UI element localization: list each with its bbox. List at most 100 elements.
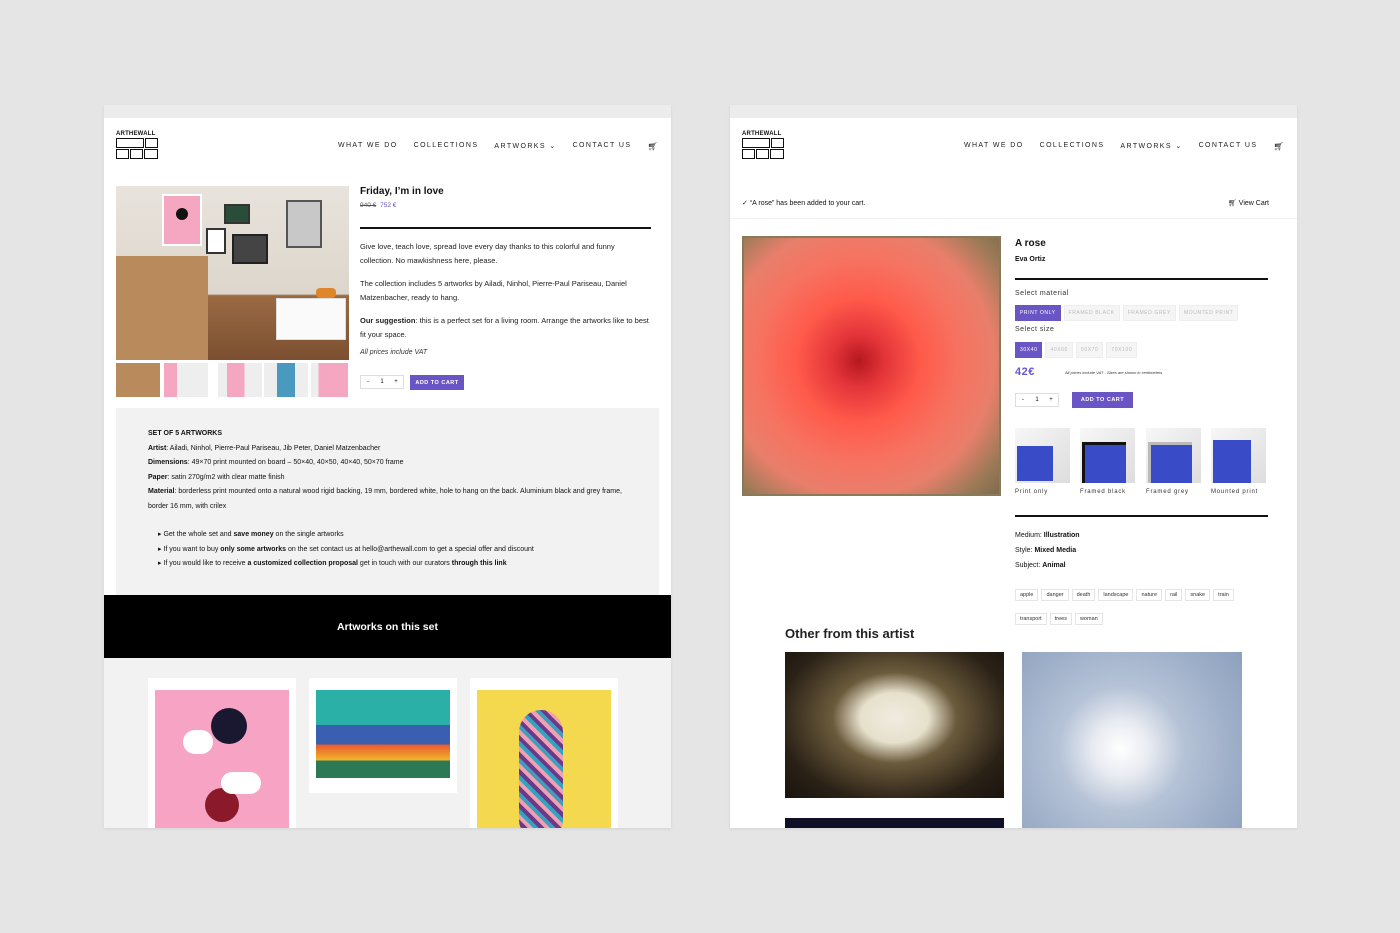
arthewall-logo[interactable]: ARTHEWALL [116, 131, 158, 159]
size-label: Select size [1015, 326, 1055, 333]
thumbnail-1[interactable] [114, 361, 162, 399]
nav-what-we-do[interactable]: WHAT WE DO [338, 142, 398, 151]
tag[interactable]: snake [1185, 589, 1211, 601]
frame-preview-print-only[interactable] [1015, 428, 1070, 483]
qty-plus-button[interactable]: + [389, 379, 403, 385]
sale-price: 752 € [380, 202, 397, 209]
view-cart-link[interactable]: 🛒︎ View Cart [1228, 199, 1269, 207]
size-40x60[interactable]: 40X60 [1045, 342, 1073, 358]
style: Style: Mixed Media [1015, 547, 1077, 554]
quantity-stepper[interactable]: - 1 + [360, 375, 404, 389]
site-header: ARTHEWALL WHAT WE DO COLLECTIONS ARTWORK… [104, 118, 671, 173]
details-material: Material: borderless print mounted onto … [148, 488, 622, 510]
description-1: Give love, teach love, spread love every… [360, 242, 615, 265]
frame-preview-mounted-print[interactable] [1211, 428, 1266, 483]
collection-room-image[interactable] [116, 186, 349, 360]
vat-note: All prices include VAT [360, 349, 428, 356]
cart-icon[interactable]: 🛒︎ [1273, 142, 1285, 151]
tag[interactable]: death [1071, 589, 1096, 601]
quantity-stepper[interactable]: - 1 + [1015, 393, 1059, 407]
tag[interactable]: trees [1049, 613, 1072, 625]
suggestion: Our suggestion: this is a perfect set fo… [360, 316, 649, 339]
tag[interactable]: train [1213, 589, 1234, 601]
medium: Medium: Illustration [1015, 532, 1080, 539]
cart-icon[interactable]: 🛒︎ [647, 142, 659, 151]
size-70x100[interactable]: 70X100 [1106, 342, 1138, 358]
option-framed-black[interactable]: FRAMED BLACK [1063, 305, 1120, 321]
qty-value[interactable]: 1 [375, 379, 389, 385]
artwork-card-1[interactable] [148, 678, 296, 828]
nav-collections[interactable]: COLLECTIONS [414, 142, 479, 151]
bullet-3: ▸ If you would like to receive a customi… [158, 560, 507, 567]
nav-collections[interactable]: COLLECTIONS [1040, 142, 1105, 151]
artwork-card-2[interactable] [309, 678, 457, 793]
thumbnail-2[interactable] [164, 363, 208, 397]
tag-list: apple danger death landscape nature rail snake… [1015, 583, 1275, 631]
cart-notice: ✓ “A rose” has been added to your cart. [742, 200, 866, 207]
option-print-only[interactable]: PRINT ONLY [1015, 305, 1061, 321]
check-circle-icon: ✓ [742, 200, 748, 207]
main-nav: WHAT WE DO COLLECTIONS ARTWORKS ⌄ CONTAC… [338, 142, 659, 151]
material-options: PRINT ONLY FRAMED BLACK FRAMED GREY MOUNTED… [1015, 301, 1241, 321]
nav-contact-us[interactable]: CONTACT US [573, 142, 632, 151]
product-title: A rose [1015, 238, 1046, 249]
details-heading: SET OF 5 ARTWORKS [148, 430, 223, 437]
tag[interactable]: rail [1165, 589, 1183, 601]
arthewall-logo[interactable]: ARTHEWALL [742, 131, 784, 159]
thumbnail-4[interactable] [264, 363, 308, 397]
qty-plus-button[interactable]: + [1044, 397, 1058, 403]
artwork-thumb-white-flower[interactable] [785, 652, 1004, 798]
product-title: Friday, I’m in love [360, 186, 444, 197]
details-paper: Paper: satin 270g/m2 with clear matte fi… [148, 473, 285, 481]
artwork-image-rose[interactable] [742, 236, 1001, 496]
frame-label-framed-black: Framed black [1080, 489, 1126, 495]
cart-icon: 🛒︎ [1227, 200, 1237, 207]
nav-artworks[interactable]: ARTWORKS ⌄ [1120, 142, 1182, 151]
nav-artworks[interactable]: ARTWORKS ⌄ [494, 142, 556, 151]
artist-name[interactable]: Eva Ortiz [1015, 256, 1045, 263]
frame-label-print-only: Print only [1015, 489, 1049, 495]
qty-value[interactable]: 1 [1030, 397, 1044, 403]
price-note: All prices include VAT - Sizes are shown… [1065, 370, 1163, 375]
thumbnail-5[interactable] [311, 363, 348, 397]
divider [1015, 278, 1268, 280]
tag[interactable]: landscape [1098, 589, 1134, 601]
tag[interactable]: woman [1074, 613, 1103, 625]
bullet-1: ▸ Get the whole set and save money on th… [158, 531, 344, 538]
qty-minus-button[interactable]: - [361, 379, 375, 385]
collection-page-panel: ARTHEWALL WHAT WE DO COLLECTIONS ARTWORK… [104, 105, 671, 828]
frame-preview-framed-grey[interactable] [1146, 428, 1201, 483]
curators-link[interactable]: through this link [452, 560, 507, 567]
tag[interactable]: transport [1015, 613, 1047, 625]
bullet-2: ▸ If you want to buy only some artworks … [158, 545, 534, 553]
tag[interactable]: danger [1041, 589, 1069, 601]
add-to-cart-button[interactable]: ADD TO CART [1072, 392, 1133, 408]
artwork-thumb-dark[interactable] [785, 818, 1004, 828]
qty-minus-button[interactable]: - [1016, 397, 1030, 403]
add-to-cart-button[interactable]: ADD TO CART [410, 375, 464, 390]
frame-label-mounted-print: Mounted print [1211, 489, 1259, 495]
thumbnail-3[interactable] [218, 363, 262, 397]
size-50x70[interactable]: 50X70 [1075, 342, 1104, 358]
divider [730, 218, 1297, 219]
description-2: The collection includes 5 artworks by Ai… [360, 279, 627, 302]
details-artist: Artist: Ailadi, Ninhol, Pierre-Paul Pari… [148, 444, 381, 452]
tag[interactable]: apple [1015, 589, 1039, 601]
option-mounted-print[interactable]: MOUNTED PRINT [1178, 305, 1239, 321]
price: 42€ [1015, 366, 1035, 378]
chevron-down-icon: ⌄ [549, 143, 557, 150]
nav-what-we-do[interactable]: WHAT WE DO [964, 142, 1024, 151]
artwork-card-3[interactable] [470, 678, 618, 828]
subject: Subject: Animal [1015, 562, 1066, 569]
frame-preview-framed-black[interactable] [1080, 428, 1135, 483]
tag[interactable]: nature [1136, 589, 1163, 601]
other-from-artist-heading: Other from this artist [785, 626, 915, 641]
site-header: ARTHEWALL WHAT WE DO COLLECTIONS ARTWORK… [730, 118, 1297, 173]
artwork-page-panel: ARTHEWALL WHAT WE DO COLLECTIONS ARTWORK… [730, 105, 1297, 828]
artwork-thumb-dandelion[interactable] [1022, 652, 1242, 828]
option-framed-grey[interactable]: FRAMED GREY [1122, 305, 1176, 321]
size-30x40[interactable]: 30X40 [1015, 342, 1043, 358]
nav-contact-us[interactable]: CONTACT US [1199, 142, 1258, 151]
artworks-banner-title: Artworks on this set [337, 620, 438, 633]
price: 940 € 752 € [360, 202, 396, 209]
